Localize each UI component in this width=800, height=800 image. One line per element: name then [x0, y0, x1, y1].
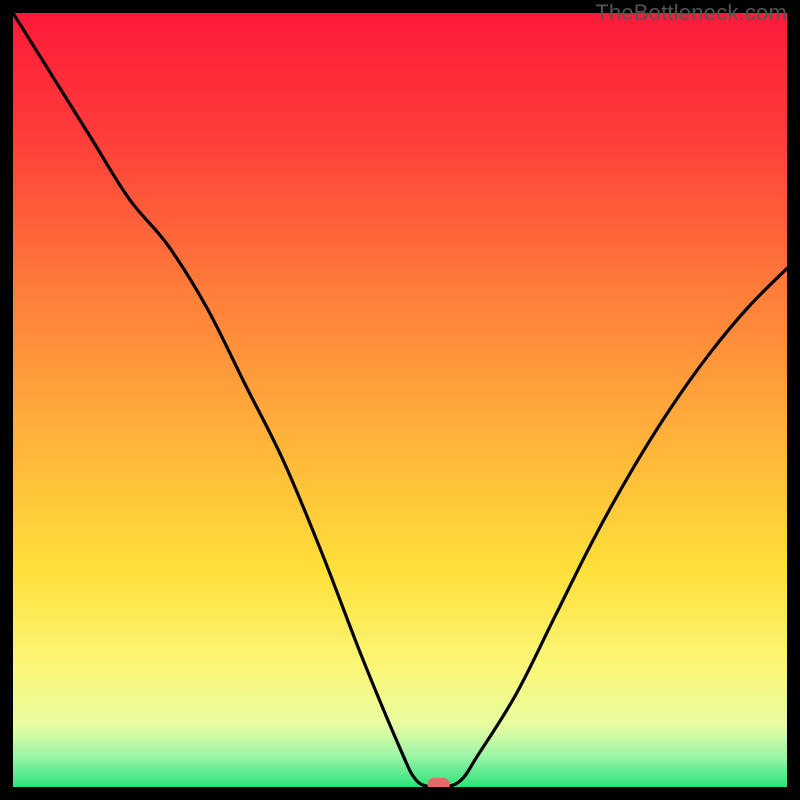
gradient-background	[13, 13, 787, 787]
chart-plot-area	[13, 13, 787, 787]
attribution-text: TheBottleneck.com	[595, 0, 787, 26]
bottleneck-chart	[13, 13, 787, 787]
optimal-point-marker	[428, 778, 450, 787]
